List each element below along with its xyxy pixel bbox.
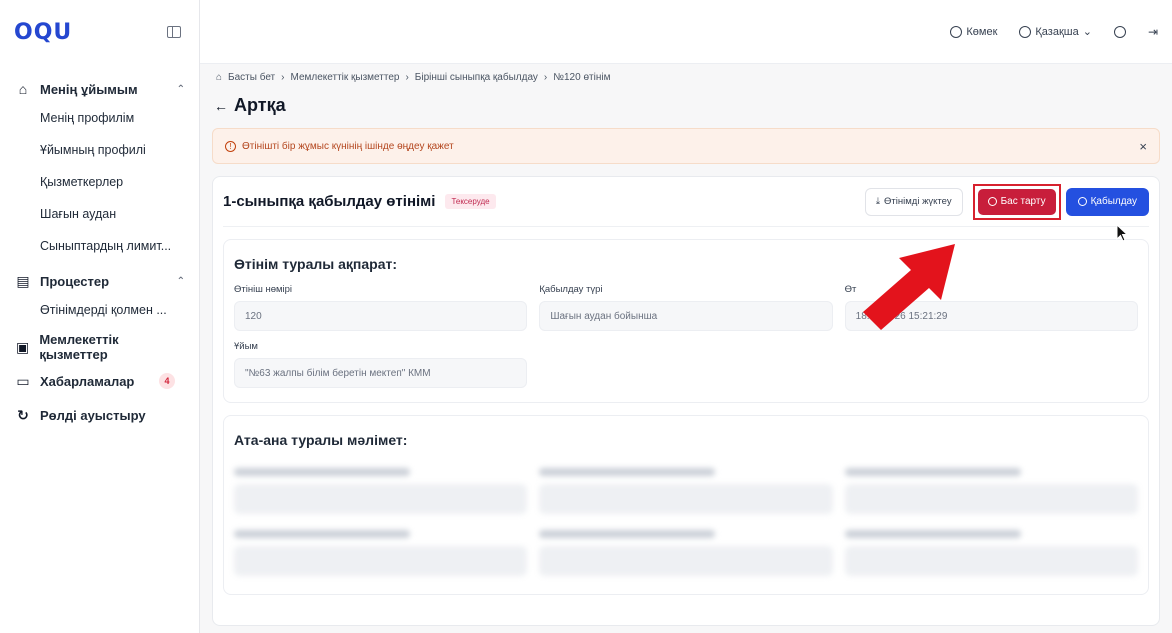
nav-processes[interactable]: ▤ Процестер ⌃ [14, 268, 185, 294]
sidebar-item-employees[interactable]: Қызметкерлер [40, 166, 185, 198]
reject-highlight-frame: Бас тарту [972, 183, 1061, 220]
application-header: 1-сыныпқа қабылдау өтінімі Тексеруде ⤓ Ө… [223, 177, 1149, 227]
logo-row: OQU [0, 0, 199, 64]
close-icon[interactable]: × [1139, 139, 1147, 154]
blurred-parent-data [234, 468, 1138, 576]
sidebar-item-notifications[interactable]: ▭ Хабарламалар 4 [0, 364, 199, 398]
sidebar-item-state-services-label: Мемлекеттік қызметтер [39, 332, 119, 362]
sidebar-item-state-services[interactable]: ▣ Мемлекеттік қызметтер [0, 330, 199, 364]
nav-group-processes: ▤ Процестер ⌃ Өтінімдерді қолмен ... [0, 262, 199, 326]
globe-icon [1019, 25, 1032, 38]
accept-button[interactable]: Қабылдау [1065, 187, 1149, 216]
download-label: Өтінімді жүктеу [884, 196, 952, 207]
nav-my-organization[interactable]: ⌂ Менің ұйымым ⌃ [14, 76, 185, 102]
sidebar-collapse-icon[interactable] [167, 26, 181, 38]
field-value: "№63 жалпы білім беретін мектеп" КММ [234, 358, 528, 388]
alert-text: Өтінішті бір жұмыс күнінің ішінде өңдеу … [242, 140, 454, 152]
breadcrumb-home[interactable]: Басты бет [228, 72, 275, 83]
reject-label: Бас тарту [1000, 196, 1046, 207]
application-title: 1-сыныпқа қабылдау өтінімі [223, 193, 436, 210]
info-icon: ! [225, 140, 236, 152]
field-label: Ұйым [234, 341, 258, 352]
sidebar-item-microdistrict[interactable]: Шағын аудан [40, 198, 185, 230]
accept-label: Қабылдау [1090, 196, 1137, 207]
home-icon: ⌂ [216, 72, 223, 83]
breadcrumb-first-grade[interactable]: Бірінші сыныпқа қабылдау [415, 72, 538, 83]
deadline-alert: ! Өтінішті бір жұмыс күнінің ішінде өңде… [212, 128, 1160, 164]
topbar: Көмек Қазақша ⌄ ⇥ [200, 0, 1172, 64]
services-icon: ▣ [16, 338, 30, 355]
building-icon: ⌂ [18, 81, 28, 97]
application-info-section: Өтінім туралы ақпарат: Өтініш нөмірі 120… [223, 239, 1149, 403]
back-button[interactable]: ← Артқа [212, 95, 1160, 116]
main-content: ⌂ Басты бет › Мемлекеттік қызметтер › Бі… [200, 64, 1172, 633]
sidebar-item-notifications-label: Хабарламалар [40, 373, 135, 389]
section-title: Өтінім туралы ақпарат: [234, 256, 398, 272]
breadcrumb-state-services[interactable]: Мемлекеттік қызметтер [291, 72, 400, 83]
back-label: Артқа [234, 95, 286, 115]
field-label: Қабылдау түрі [539, 284, 603, 295]
refresh-icon: ↻ [17, 406, 29, 423]
download-icon: ⤓ [875, 196, 881, 207]
help-icon [950, 25, 963, 38]
profile-button[interactable] [1113, 25, 1126, 38]
reject-button[interactable]: Бас тарту [977, 188, 1056, 215]
logo[interactable]: OQU [14, 20, 72, 45]
ban-icon [987, 197, 997, 206]
language-label: Қазақша [1035, 25, 1079, 38]
arrow-left-icon: ← [214, 97, 228, 114]
download-application-button[interactable]: ⤓ Өтінімді жүктеу [864, 187, 963, 216]
annotation-arrow-icon [863, 244, 955, 330]
sidebar-item-manual-applications[interactable]: Өтінімдерді қолмен ... [40, 294, 185, 326]
chevron-down-icon: ⌄ [1082, 26, 1092, 38]
sidebar-item-my-profile[interactable]: Менің профилім [40, 102, 185, 134]
breadcrumb-separator: › [281, 72, 285, 83]
application-card: 1-сыныпқа қабылдау өтінімі Тексеруде ⤓ Ө… [212, 176, 1160, 626]
field-value: Шағын аудан бойынша [539, 301, 833, 331]
logout-icon: ⇥ [1147, 24, 1158, 39]
section-title: Ата-ана туралы мәлімет: [234, 432, 408, 448]
status-badge: Тексеруде [445, 194, 496, 209]
breadcrumb-separator: › [405, 72, 409, 83]
field-value: 120 [234, 301, 528, 331]
field-organization: Ұйым "№63 жалпы білім беретін мектеп" КМ… [234, 341, 528, 388]
field-admission-type: Қабылдау түрі Шағын аудан бойынша [539, 284, 833, 331]
breadcrumb-separator: › [543, 72, 548, 83]
nav-my-organization-label: Менің ұйымым [40, 81, 138, 97]
nav-group-org: ⌂ Менің ұйымым ⌃ Менің профилім Ұйымның … [0, 64, 199, 262]
sidebar-item-class-limits[interactable]: Сыныптардың лимит... [40, 230, 185, 262]
notification-count-badge: 4 [159, 373, 175, 389]
field-application-number: Өтініш нөмірі 120 [234, 284, 528, 331]
chevron-up-icon[interactable]: ⌃ [177, 276, 185, 287]
parent-info-section: Ата-ана туралы мәлімет: [223, 415, 1149, 595]
logout-button[interactable]: ⇥ [1148, 25, 1158, 39]
message-icon: ▭ [16, 372, 30, 389]
breadcrumb: ⌂ Басты бет › Мемлекеттік қызметтер › Бі… [212, 72, 1160, 83]
field-label: Өтініш нөмірі [234, 284, 293, 295]
sidebar: OQU ⌂ Менің ұйымым ⌃ Менің профилім Ұйым… [0, 0, 200, 633]
help-label: Көмек [966, 25, 998, 38]
sidebar-item-org-profile[interactable]: Ұйымның профилі [40, 134, 185, 166]
mouse-cursor-icon [1116, 224, 1128, 242]
chevron-up-icon[interactable]: ⌃ [177, 84, 185, 95]
sidebar-item-switch-role-label: Рөлді ауыстыру [40, 407, 146, 423]
user-icon [1113, 25, 1126, 38]
language-selector[interactable]: Қазақша ⌄ [1019, 25, 1092, 38]
help-link[interactable]: Көмек [950, 25, 998, 38]
clipboard-icon: ▤ [16, 272, 30, 289]
check-circle-icon [1077, 197, 1087, 206]
sidebar-item-switch-role[interactable]: ↻ Рөлді ауыстыру [0, 398, 199, 432]
breadcrumb-current: №120 өтінім [553, 72, 611, 83]
nav-processes-label: Процестер [40, 273, 110, 289]
